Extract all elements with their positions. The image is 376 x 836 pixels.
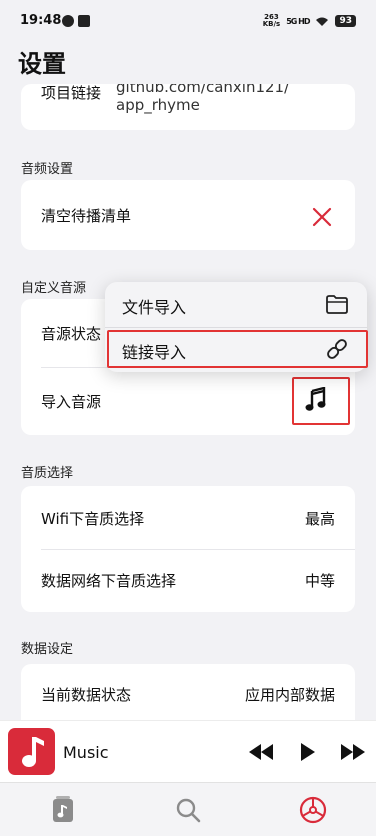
import-popup-menu: 文件导入 链接导入	[105, 282, 367, 372]
album-art[interactable]	[8, 728, 55, 775]
folder-icon	[326, 295, 348, 314]
link-icon	[327, 339, 347, 359]
quality-card: Wifi下音质选择 最高 数据网络下音质选择 中等	[21, 486, 355, 612]
wifi-quality-row[interactable]: Wifi下音质选择 最高	[21, 486, 355, 549]
menu-item-file-import-label: 文件导入	[122, 298, 187, 317]
section-label-audio: 音频设置	[21, 162, 74, 177]
project-link-value[interactable]: github.com/canxin121/ app_rhyme	[116, 84, 289, 114]
next-icon[interactable]	[339, 741, 367, 763]
signal-icon: 5G HD	[286, 16, 310, 26]
play-icon[interactable]	[294, 741, 322, 763]
app-notification-icon	[78, 15, 90, 27]
page-title: 设置	[18, 50, 66, 78]
wifi-quality-value[interactable]: 最高	[305, 508, 335, 529]
mini-player[interactable]: Music	[0, 720, 376, 782]
import-source-label: 导入音源	[41, 393, 102, 411]
menu-item-file-import[interactable]: 文件导入	[105, 282, 367, 327]
mobile-quality-value[interactable]: 中等	[305, 570, 335, 591]
mobile-quality-label: 数据网络下音质选择	[41, 572, 177, 590]
player-title: Music	[63, 743, 109, 762]
clear-queue-label: 清空待播清单	[41, 207, 132, 225]
clear-queue-close-icon[interactable]	[311, 206, 333, 228]
message-notification-icon	[62, 15, 74, 27]
mobile-quality-row[interactable]: 数据网络下音质选择 中等	[21, 549, 355, 612]
menu-item-link-import[interactable]: 链接导入	[105, 327, 367, 372]
section-label-data: 数据设定	[21, 642, 74, 657]
project-link-label: 项目链接	[41, 84, 102, 102]
audio-settings-card: 清空待播清单	[21, 180, 355, 250]
data-status-label: 当前数据状态	[41, 686, 132, 704]
music-note-icon[interactable]	[305, 387, 327, 413]
status-indicators: 263 KB/s 5G HD 93	[263, 14, 356, 28]
section-label-custom-source: 自定义音源	[21, 281, 87, 296]
status-time: 19:48	[20, 13, 62, 28]
menu-item-link-import-label: 链接导入	[122, 343, 187, 362]
data-status-row[interactable]: 当前数据状态 应用内部数据	[21, 664, 355, 724]
section-label-quality: 音质选择	[21, 466, 74, 481]
clear-queue-row[interactable]: 清空待播清单	[21, 180, 355, 250]
network-speed: 263 KB/s	[262, 13, 281, 28]
album-music-note-icon	[22, 737, 44, 767]
wifi-quality-label: Wifi下音质选择	[41, 510, 145, 528]
wifi-icon	[316, 17, 329, 26]
project-link-row[interactable]: 项目链接 github.com/canxin121/ app_rhyme	[21, 84, 355, 130]
data-status-value[interactable]: 应用内部数据	[245, 684, 335, 705]
tab-library-icon[interactable]	[48, 795, 78, 825]
tab-bar	[0, 782, 376, 836]
import-source-row[interactable]: 导入音源	[21, 367, 355, 435]
battery-indicator: 93	[335, 15, 356, 27]
tab-settings-icon[interactable]	[298, 795, 328, 825]
source-status-label: 音源状态	[41, 325, 102, 343]
project-card: 项目链接 github.com/canxin121/ app_rhyme	[21, 84, 355, 130]
previous-icon[interactable]	[247, 741, 275, 763]
status-bar: 19:48 263 KB/s 5G HD 93	[0, 0, 376, 42]
tab-search-icon[interactable]	[173, 795, 203, 825]
